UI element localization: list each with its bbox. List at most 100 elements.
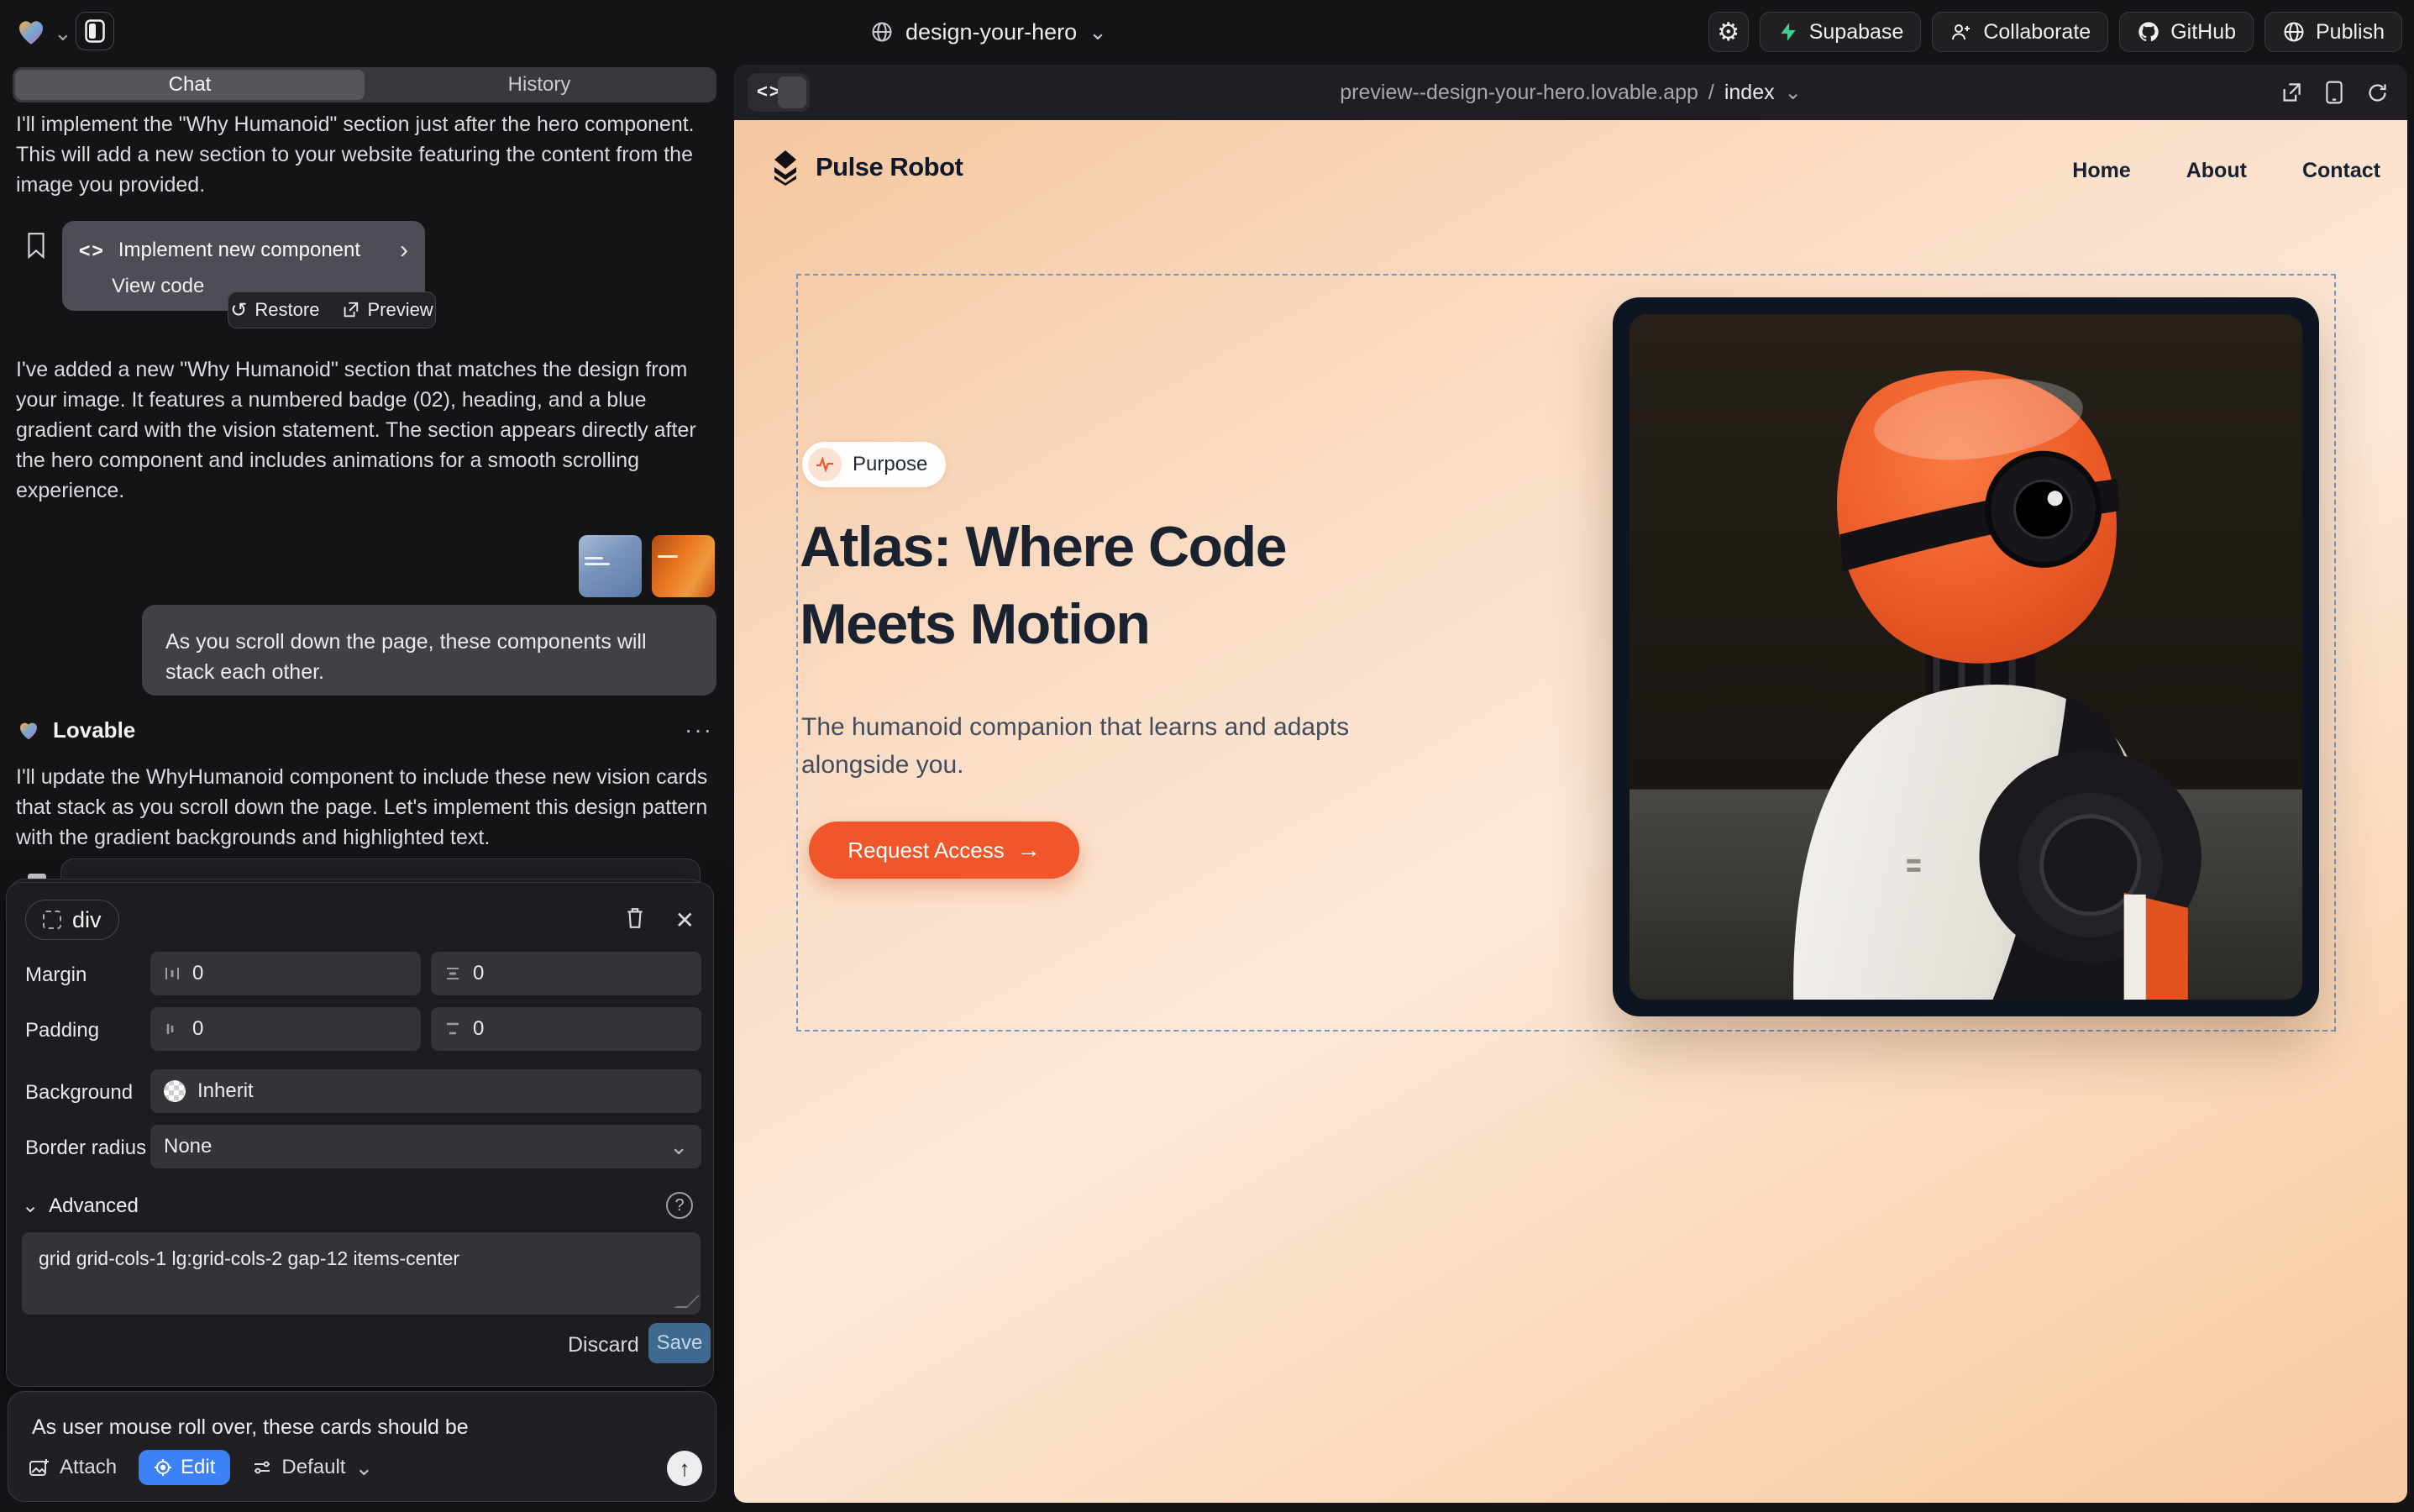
supabase-label: Supabase xyxy=(1809,20,1904,45)
github-button[interactable]: GitHub xyxy=(2119,12,2254,52)
layers-logo-icon xyxy=(769,149,802,186)
background-field[interactable]: Inherit xyxy=(150,1069,701,1113)
help-icon[interactable]: ? xyxy=(666,1192,693,1219)
inspector-header: div ✕ xyxy=(7,883,713,953)
margin-horizontal-icon xyxy=(164,965,181,982)
margin-x-input[interactable] xyxy=(192,962,407,985)
chat-history-tabs: Chat History xyxy=(13,67,716,102)
attachment-thumbnail-orange[interactable] xyxy=(652,535,715,597)
padding-y-field[interactable] xyxy=(431,1007,701,1051)
bookmark-icon[interactable] xyxy=(25,232,47,259)
margin-y-field[interactable] xyxy=(431,952,701,995)
chevron-down-icon: ⌄ xyxy=(22,1194,39,1218)
nav-contact[interactable]: Contact xyxy=(2302,159,2380,183)
sliders-icon xyxy=(252,1458,272,1477)
preview-url[interactable]: preview--design-your-hero.lovable.app / … xyxy=(734,65,2407,120)
preview-label: Preview xyxy=(367,299,433,321)
message-menu-icon[interactable]: ··· xyxy=(685,717,713,743)
margin-vertical-icon xyxy=(444,965,461,982)
tailwind-classes-textarea[interactable]: grid grid-cols-1 lg:grid-cols-2 gap-12 i… xyxy=(22,1232,701,1315)
refresh-icon[interactable] xyxy=(2366,81,2389,104)
nav-home[interactable]: Home xyxy=(2072,159,2130,183)
url-separator: / xyxy=(1708,81,1714,105)
mobile-view-icon[interactable] xyxy=(2324,81,2344,104)
lovable-heart-icon xyxy=(16,717,41,743)
globe-icon xyxy=(870,20,894,44)
assistant-name: Lovable xyxy=(53,717,135,743)
settings-button[interactable]: ⚙ xyxy=(1708,12,1749,52)
workspace-caret-icon[interactable]: ⌄ xyxy=(54,20,72,46)
publish-globe-icon xyxy=(2282,20,2306,44)
preview-actions xyxy=(2280,65,2389,120)
assistant-message-3: I'll update the WhyHumanoid component to… xyxy=(16,762,710,853)
nav-about[interactable]: About xyxy=(2186,159,2247,183)
hero-robot-card xyxy=(1613,297,2319,1016)
cta-label: Request Access xyxy=(848,837,1004,864)
margin-x-field[interactable] xyxy=(150,952,421,995)
mode-label: Default xyxy=(281,1456,345,1479)
badge-label: Purpose xyxy=(853,453,927,476)
edit-mode-button[interactable]: Edit xyxy=(139,1450,230,1485)
preview-domain: preview--design-your-hero.lovable.app xyxy=(1340,81,1698,105)
background-value: Inherit xyxy=(197,1079,254,1103)
send-button[interactable]: ↑ xyxy=(667,1451,702,1486)
tab-history[interactable]: History xyxy=(365,70,714,100)
restore-button[interactable]: ↺ Restore xyxy=(230,298,319,323)
supabase-button[interactable]: Supabase xyxy=(1760,12,1922,52)
code-view-toggle[interactable]: <> xyxy=(748,73,810,112)
hero-headline: Atlas: Where Code Meets Motion xyxy=(800,508,1286,663)
preview-header: preview--design-your-hero.lovable.app / … xyxy=(734,65,2407,120)
padding-x-field[interactable] xyxy=(150,1007,421,1051)
attach-label: Attach xyxy=(60,1456,117,1479)
robot-image xyxy=(1629,314,2302,1000)
model-mode-select[interactable]: Default ⌄ xyxy=(252,1456,373,1479)
headline-line-1: Atlas: Where Code xyxy=(800,508,1286,585)
tab-chat[interactable]: Chat xyxy=(15,70,365,100)
site-preview: Pulse Robot Home About Contact Purpose A… xyxy=(734,120,2407,1503)
padding-horizontal-icon xyxy=(164,1021,181,1037)
margin-y-input[interactable] xyxy=(473,962,688,985)
padding-x-input[interactable] xyxy=(192,1017,407,1041)
edit-label: Edit xyxy=(181,1456,215,1479)
attachment-thumbnail-blue[interactable] xyxy=(579,535,642,597)
delete-element-button[interactable] xyxy=(624,906,646,930)
request-access-button[interactable]: Request Access → xyxy=(809,822,1079,879)
project-switcher[interactable]: design-your-hero ⌄ xyxy=(870,15,1107,49)
tool-card-title: Implement new component xyxy=(118,239,360,262)
selected-element-pill[interactable]: div xyxy=(25,900,119,940)
chevron-down-icon: ⌄ xyxy=(1785,81,1802,105)
lovable-logo-icon[interactable] xyxy=(13,13,49,49)
save-button[interactable]: Save xyxy=(648,1323,711,1363)
top-bar: ⌄ design-your-hero ⌄ ⚙ xyxy=(0,0,2414,64)
chevron-down-icon: ⌄ xyxy=(354,1457,373,1478)
site-logo[interactable]: Pulse Robot xyxy=(769,149,963,186)
toggle-knob xyxy=(778,76,806,108)
attach-button[interactable]: Attach xyxy=(29,1456,117,1479)
external-link-icon xyxy=(341,301,359,319)
sidebar-toggle-button[interactable] xyxy=(76,12,114,50)
advanced-section-toggle[interactable]: ⌄ Advanced xyxy=(22,1194,139,1218)
transparency-swatch-icon xyxy=(164,1080,186,1102)
restore-icon: ↺ xyxy=(230,298,247,323)
background-label: Background xyxy=(25,1081,133,1105)
github-label: GitHub xyxy=(2170,20,2236,45)
lovable-app-window: ⌄ design-your-hero ⌄ ⚙ xyxy=(0,0,2414,1512)
element-inspector-panel: div ✕ Margin Padding xyxy=(6,882,714,1387)
discard-button[interactable]: Discard xyxy=(568,1333,639,1357)
element-outline-icon xyxy=(43,911,61,929)
assistant-message-1: I'll implement the "Why Humanoid" sectio… xyxy=(16,109,710,200)
arrow-right-icon: → xyxy=(1017,837,1041,864)
padding-y-input[interactable] xyxy=(473,1017,688,1041)
chat-input[interactable]: As user mouse roll over, these cards sho… xyxy=(32,1415,687,1440)
padding-vertical-icon xyxy=(444,1021,461,1037)
collaborate-button[interactable]: Collaborate xyxy=(1932,12,2108,52)
publish-button[interactable]: Publish xyxy=(2264,12,2402,52)
attach-image-icon xyxy=(29,1457,50,1478)
preview-button[interactable]: Preview xyxy=(341,299,433,321)
hero-subheadline: The humanoid companion that learns and a… xyxy=(801,708,1389,784)
border-radius-select[interactable]: None ⌄ xyxy=(150,1125,701,1168)
site-brand: Pulse Robot xyxy=(816,152,963,182)
open-in-new-tab-icon[interactable] xyxy=(2280,81,2302,104)
close-inspector-button[interactable]: ✕ xyxy=(675,906,695,934)
site-nav: Home About Contact xyxy=(2072,159,2380,183)
